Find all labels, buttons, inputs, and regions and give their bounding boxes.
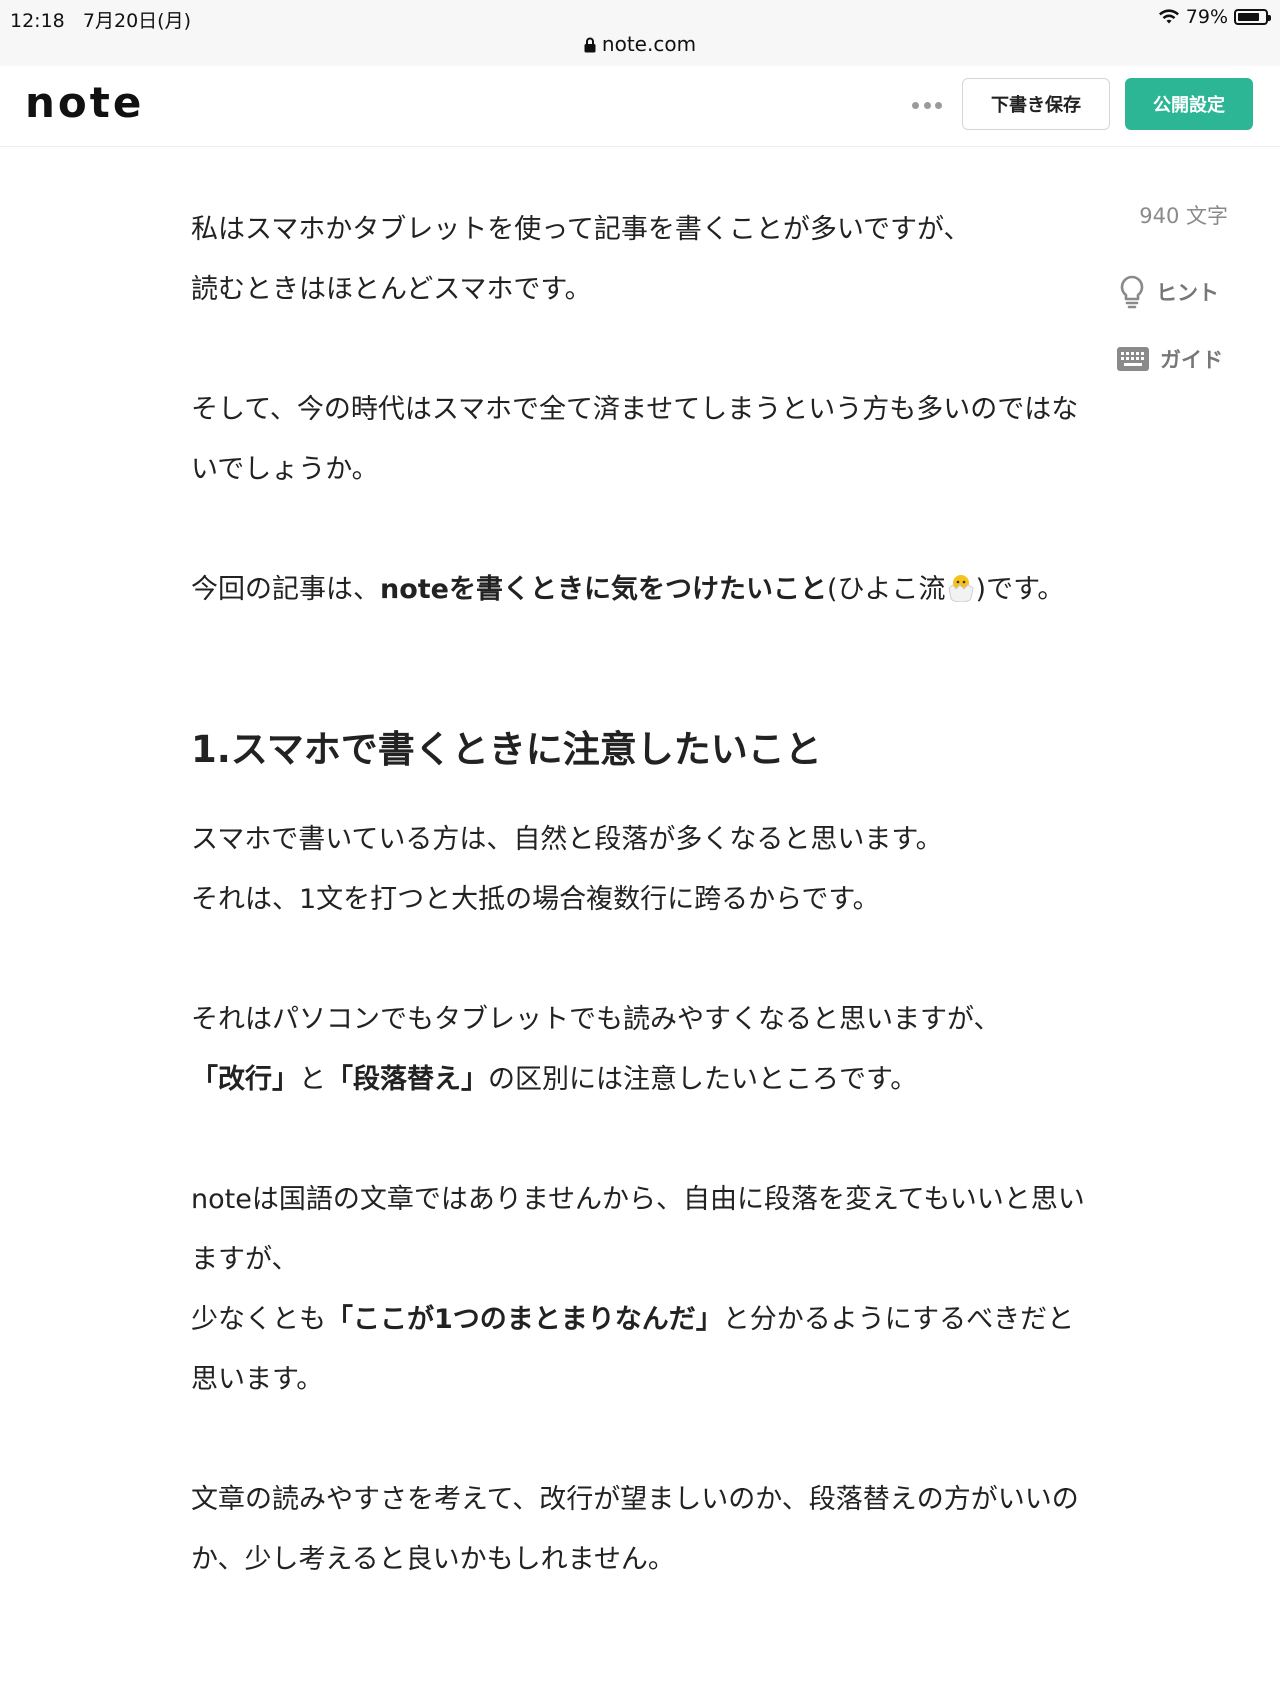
status-time: 12:18 7月20日(月) [10, 10, 191, 32]
dot-icon [923, 102, 931, 109]
bold-text: 「ここが1つのまとまりなんだ」 [326, 1304, 723, 1335]
paragraph-text: noteは国語の文章ではありませんから、自由に段落を変えてもいいと思いますが、 [191, 1184, 1085, 1275]
hint-button[interactable]: ヒント [1118, 274, 1219, 310]
section-heading[interactable]: 1.スマホで書くときに注意したいこと [191, 720, 1091, 780]
hatching-chick-icon [947, 575, 974, 602]
publish-settings-button[interactable]: 公開設定 [1125, 78, 1253, 130]
paragraph-text: 読むときはほとんどスマホです。 [191, 274, 592, 305]
lock-icon [584, 37, 596, 53]
keyboard-icon [1117, 347, 1149, 371]
battery-icon [1234, 9, 1271, 25]
bold-text: noteを書くときに気をつけたいこと [380, 574, 827, 605]
paragraph[interactable]: 文章の読みやすさを考えて、改行が望ましいのか、段落替えの方がいいのか、少し考える… [191, 1470, 1091, 1590]
paragraph-text: それはパソコンでもタブレットでも読みやすくなると思いますが、 [191, 1004, 1001, 1035]
paragraph-text: 今回の記事は、 [191, 574, 380, 605]
character-count: 940 文字 [1139, 204, 1228, 228]
paragraph[interactable]: スマホで書いている方は、自然と段落が多くなると思います。 それは、1文を打つと大… [191, 810, 1091, 930]
paragraph-text: )です。 [975, 574, 1065, 605]
bold-text: 「改行」 [191, 1064, 299, 1095]
dot-icon [935, 102, 942, 109]
editor-header: note 下書き保存 公開設定 [0, 66, 1280, 147]
save-draft-button[interactable]: 下書き保存 [962, 78, 1110, 130]
paragraph[interactable]: そして、今の時代はスマホで全て済ませてしまうという方も多いのではないでしょうか。 [191, 380, 1091, 500]
guide-label: ガイド [1160, 348, 1223, 372]
status-bar: 12:18 7月20日(月) 79% note.com [0, 0, 1280, 67]
battery-percent: 79% [1185, 6, 1228, 28]
paragraph-text: スマホで書いている方は、自然と段落が多くなると思います。 [191, 824, 943, 855]
paragraph[interactable]: 私はスマホかタブレットを使って記事を書くことが多いですが、 読むときはほとんどス… [191, 200, 1091, 320]
more-options-button[interactable] [912, 102, 942, 112]
article-editor[interactable]: 私はスマホかタブレットを使って記事を書くことが多いですが、 読むときはほとんどス… [191, 200, 1091, 1650]
paragraph-text: (ひよこ流 [827, 574, 946, 605]
paragraph[interactable]: 今回の記事は、noteを書くときに気をつけたいこと(ひよこ流 )です。 [191, 560, 1091, 620]
battery-level [1238, 13, 1259, 21]
paragraph-text: と [299, 1064, 326, 1095]
note-logo[interactable]: note [25, 78, 144, 127]
paragraph-text: の区別には注意したいところです。 [488, 1064, 918, 1095]
address-bar[interactable]: note.com [0, 32, 1280, 56]
paragraph-text: それは、1文を打つと大抵の場合複数行に跨るからです。 [191, 884, 880, 915]
dot-icon [912, 102, 919, 109]
bold-text: 「段落替え」 [326, 1064, 488, 1095]
hint-label: ヒント [1156, 281, 1219, 305]
paragraph-text: 私はスマホかタブレットを使って記事を書くことが多いですが、 [191, 214, 971, 245]
wifi-icon [1158, 9, 1179, 24]
lightbulb-icon [1120, 275, 1144, 309]
guide-button[interactable]: ガイド [1116, 344, 1223, 374]
url-text: note.com [601, 32, 697, 56]
status-right: 79% [1158, 6, 1271, 28]
paragraph[interactable]: noteは国語の文章ではありませんから、自由に段落を変えてもいいと思いますが、 … [191, 1170, 1091, 1410]
paragraph-text: 少なくとも [191, 1304, 326, 1335]
paragraph[interactable]: それはパソコンでもタブレットでも読みやすくなると思いますが、「改行」と「段落替え… [191, 990, 1091, 1110]
